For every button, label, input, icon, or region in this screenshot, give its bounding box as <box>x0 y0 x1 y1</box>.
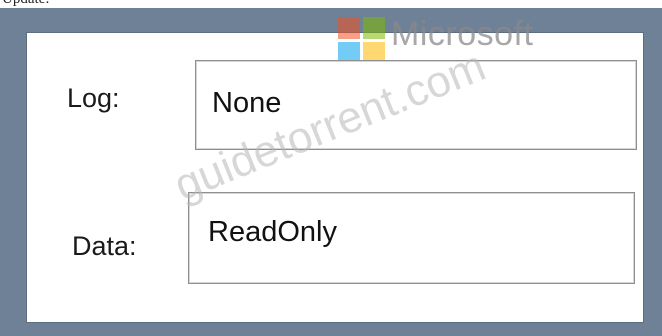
settings-panel: Microsoft Log: None Data: ReadOnly guide… <box>26 15 644 323</box>
data-label: Data: <box>72 231 137 261</box>
brand-wordmark: Microsoft <box>391 15 534 53</box>
microsoft-logo-icon <box>338 17 386 65</box>
caption-strip: Update: <box>0 0 662 8</box>
data-field[interactable]: ReadOnly <box>188 192 635 284</box>
log-label: Log: <box>67 83 120 113</box>
log-field[interactable]: None <box>195 60 637 150</box>
dialog-frame: Microsoft Log: None Data: ReadOnly guide… <box>0 8 662 336</box>
caption-text: Update: <box>2 0 49 8</box>
